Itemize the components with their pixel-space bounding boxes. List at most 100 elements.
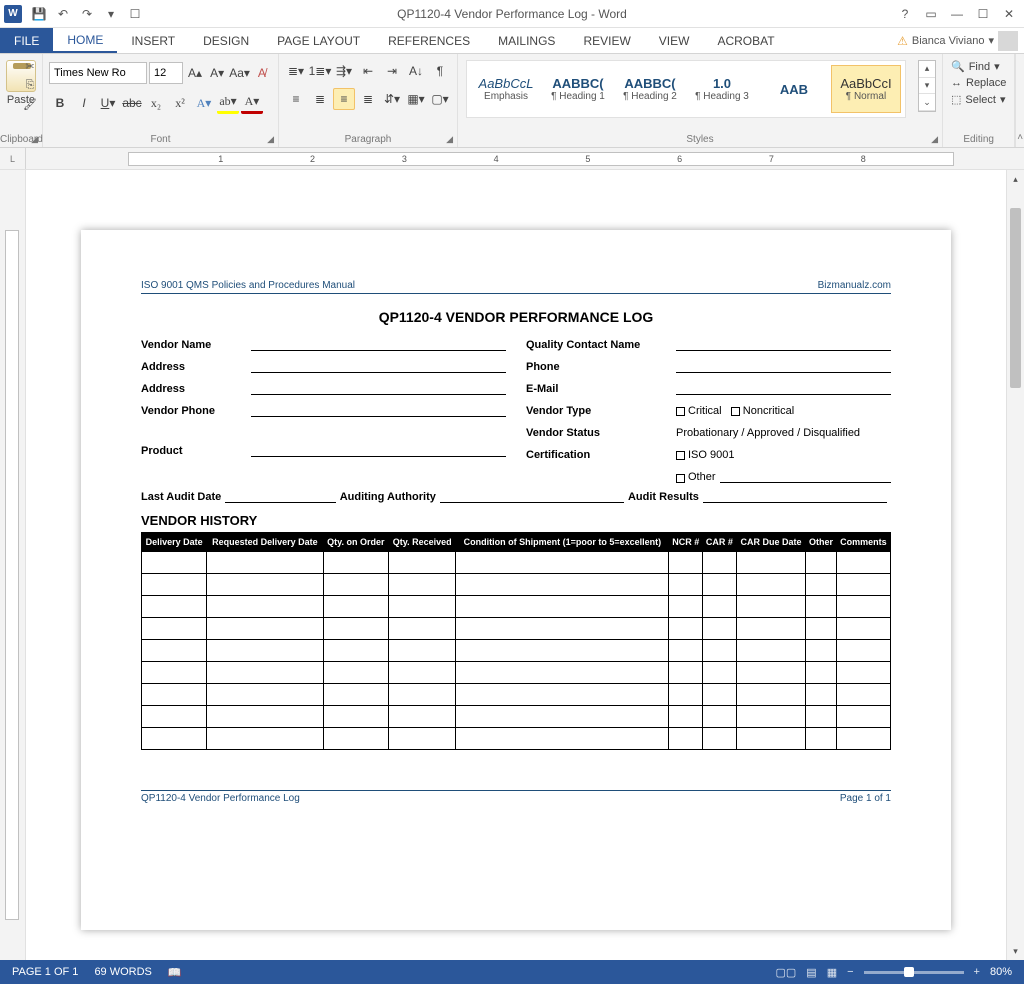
style-normal[interactable]: AaBbCcI¶ Normal	[831, 65, 901, 113]
underline-button[interactable]: U▾	[97, 92, 119, 114]
group-label: Font	[43, 134, 278, 145]
line-spacing-icon[interactable]: ⇵▾	[381, 88, 403, 110]
borders-icon[interactable]: ▢▾	[429, 88, 451, 110]
qat-customize-icon[interactable]: ▾	[100, 3, 122, 25]
font-name-selector[interactable]	[49, 62, 147, 84]
select-button[interactable]: ⬚ Select ▾	[949, 91, 1008, 108]
scroll-down-icon[interactable]: ▾	[1007, 942, 1024, 960]
style-heading2[interactable]: AABBC(¶ Heading 2	[615, 65, 685, 113]
ruler-horizontal: L 12345678	[0, 148, 1024, 170]
page-status[interactable]: PAGE 1 OF 1	[12, 966, 78, 979]
dialog-launcher-icon[interactable]: ◢	[31, 134, 38, 145]
help-icon[interactable]: ?	[894, 4, 916, 24]
strikethrough-button[interactable]: abc	[121, 92, 143, 114]
maximize-icon[interactable]: ☐	[972, 4, 994, 24]
style-heading1[interactable]: AABBC(¶ Heading 1	[543, 65, 613, 113]
dialog-launcher-icon[interactable]: ◢	[267, 134, 274, 145]
tab-view[interactable]: VIEW	[645, 28, 704, 53]
ribbon-options-icon[interactable]: ▭	[920, 4, 942, 24]
grow-font-icon[interactable]: A▴	[185, 62, 205, 84]
proofing-icon[interactable]: 📖	[168, 966, 182, 979]
doc-title: QP1120-4 VENDOR PERFORMANCE LOG	[141, 309, 891, 325]
copy-icon[interactable]: ⎘	[22, 77, 38, 93]
tab-home[interactable]: HOME	[53, 28, 117, 53]
print-layout-icon[interactable]: ▤	[806, 966, 816, 979]
close-icon[interactable]: ✕	[998, 4, 1020, 24]
text-effects-icon[interactable]: A▾	[193, 92, 215, 114]
zoom-level[interactable]: 80%	[990, 966, 1012, 978]
tab-acrobat[interactable]: ACROBAT	[703, 28, 788, 53]
style-heading4[interactable]: AAB	[759, 65, 829, 113]
bullets-icon[interactable]: ≣▾	[285, 60, 307, 82]
dialog-launcher-icon[interactable]: ◢	[446, 134, 453, 145]
shrink-font-icon[interactable]: A▾	[207, 62, 227, 84]
title-bar: W 💾 ↶ ↷ ▾ ☐ QP1120-4 Vendor Performance …	[0, 0, 1024, 28]
font-size-selector[interactable]	[149, 62, 183, 84]
show-marks-icon[interactable]: ¶	[429, 60, 451, 82]
cut-icon[interactable]: ✂	[22, 58, 38, 74]
web-layout-icon[interactable]: ▦	[827, 966, 837, 979]
redo-icon[interactable]: ↷	[76, 3, 98, 25]
align-center-icon[interactable]: ≣	[309, 88, 331, 110]
table-header: Condition of Shipment (1=poor to 5=excel…	[456, 533, 669, 552]
decrease-indent-icon[interactable]: ⇤	[357, 60, 379, 82]
doc-footer-right: Page 1 of 1	[840, 793, 891, 804]
align-right-icon[interactable]: ≡	[333, 88, 355, 110]
highlight-icon[interactable]: ab▾	[217, 92, 239, 114]
dialog-launcher-icon[interactable]: ◢	[931, 134, 938, 145]
find-button[interactable]: 🔍 Find ▾	[949, 58, 1008, 75]
bold-button[interactable]: B	[49, 92, 71, 114]
clear-formatting-icon[interactable]: A̸	[252, 62, 272, 84]
align-left-icon[interactable]: ≡	[285, 88, 307, 110]
styles-more-icon[interactable]: ▴▾⌄	[918, 60, 936, 112]
ribbon-tabs: FILE HOME INSERT DESIGN PAGE LAYOUT REFE…	[0, 28, 1024, 54]
change-case-icon[interactable]: Aa▾	[229, 62, 250, 84]
user-account[interactable]: ⚠ Bianca Viviano ▾	[897, 28, 1024, 53]
minimize-icon[interactable]: —	[946, 4, 968, 24]
group-clipboard: Paste ✂ ⎘ 🖌 Clipboard ◢	[0, 54, 43, 147]
italic-button[interactable]: I	[73, 92, 95, 114]
doc-footer-left: QP1120-4 Vendor Performance Log	[141, 793, 300, 804]
tab-review[interactable]: REVIEW	[569, 28, 644, 53]
tab-insert[interactable]: INSERT	[117, 28, 189, 53]
zoom-slider[interactable]	[864, 971, 964, 974]
tab-references[interactable]: REFERENCES	[374, 28, 484, 53]
styles-gallery[interactable]: AaBbCcLEmphasis AABBC(¶ Heading 1 AABBC(…	[466, 60, 906, 118]
read-mode-icon[interactable]: ▢▢	[775, 966, 796, 979]
zoom-in-icon[interactable]: +	[974, 966, 980, 978]
font-color-icon[interactable]: A▾	[241, 92, 263, 114]
tab-file[interactable]: FILE	[0, 28, 53, 53]
shading-icon[interactable]: ▦▾	[405, 88, 427, 110]
word-count[interactable]: 69 WORDS	[94, 966, 151, 979]
collapse-ribbon-icon[interactable]: ˄	[1015, 54, 1024, 147]
increase-indent-icon[interactable]: ⇥	[381, 60, 403, 82]
sort-icon[interactable]: A↓	[405, 60, 427, 82]
numbering-icon[interactable]: 1≣▾	[309, 60, 331, 82]
table-row	[142, 552, 891, 574]
document-canvas[interactable]: ISO 9001 QMS Policies and Procedures Man…	[26, 170, 1006, 960]
hruler[interactable]: 12345678	[26, 148, 1024, 169]
superscript-button[interactable]: x²	[169, 92, 191, 114]
table-row	[142, 574, 891, 596]
tab-design[interactable]: DESIGN	[189, 28, 263, 53]
subscript-button[interactable]: x₂	[145, 92, 167, 114]
style-heading3[interactable]: 1.0¶ Heading 3	[687, 65, 757, 113]
group-label: Paragraph	[279, 134, 457, 145]
vertical-scrollbar[interactable]: ▴ ▾	[1006, 170, 1024, 960]
scroll-thumb[interactable]	[1010, 208, 1021, 388]
tab-mailings[interactable]: MAILINGS	[484, 28, 569, 53]
ruler-vertical[interactable]	[0, 170, 26, 960]
undo-icon[interactable]: ↶	[52, 3, 74, 25]
format-painter-icon[interactable]: 🖌	[22, 96, 38, 112]
touch-mode-icon[interactable]: ☐	[124, 3, 146, 25]
zoom-out-icon[interactable]: −	[847, 966, 853, 978]
save-icon[interactable]: 💾	[28, 3, 50, 25]
style-emphasis[interactable]: AaBbCcLEmphasis	[471, 65, 541, 113]
tab-page-layout[interactable]: PAGE LAYOUT	[263, 28, 374, 53]
multilevel-list-icon[interactable]: ⇶▾	[333, 60, 355, 82]
justify-icon[interactable]: ≣	[357, 88, 379, 110]
word-app-icon: W	[4, 5, 22, 23]
table-row	[142, 618, 891, 640]
scroll-up-icon[interactable]: ▴	[1007, 170, 1024, 188]
replace-button[interactable]: ↔ Replace	[949, 75, 1008, 91]
